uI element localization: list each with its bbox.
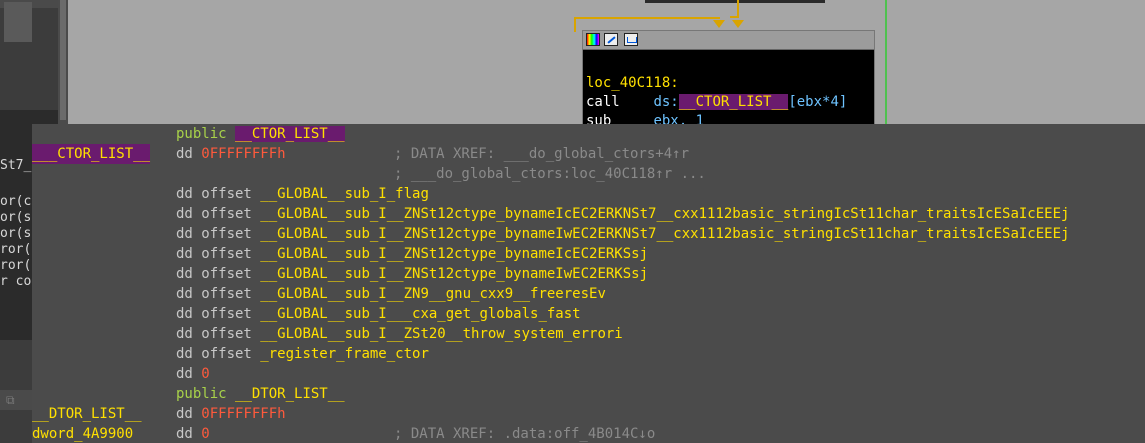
disasm-row[interactable]: ___CTOR_LIST__ dd 0FFFFFFFFh ; DATA XREF: … <box>32 144 1145 164</box>
instruction: dd offset __GLOBAL__sub_I__ZSt20__throw_… <box>176 324 623 344</box>
disasm-row[interactable]: dd 0 <box>32 364 1145 384</box>
symbol-reference[interactable]: __DTOR_LIST__ <box>235 386 345 402</box>
graph-edge <box>730 16 739 18</box>
segment-prefix: ds: <box>653 94 679 110</box>
graph-node-top[interactable] <box>645 0 825 3</box>
instruction: public __DTOR_LIST__ <box>176 384 345 404</box>
mnemonic: call <box>586 94 620 110</box>
symbol-reference[interactable]: __GLOBAL__sub_I___cxa_get_globals_fast <box>260 306 580 322</box>
disasm-row[interactable]: dword_4A9900 dd 0 ; DATA XREF: .data:off_4… <box>32 424 1145 443</box>
symbol-reference[interactable]: __CTOR_LIST__ <box>235 126 345 142</box>
instruction: dd offset __GLOBAL__sub_I_flag <box>176 184 429 204</box>
symbol-reference[interactable]: __CTOR_LIST__ <box>678 94 789 110</box>
instruction: dd 0 <box>176 424 210 443</box>
disasm-row[interactable]: public __DTOR_LIST__ <box>32 384 1145 404</box>
code-label[interactable]: dword_4A9900 <box>32 424 133 443</box>
instruction: dd offset __GLOBAL__sub_I___cxa_get_glob… <box>176 304 581 324</box>
disasm-row[interactable]: dd offset __GLOBAL__sub_I__ZNSt12ctype_b… <box>32 244 1145 264</box>
instruction: dd 0FFFFFFFFh <box>176 404 286 424</box>
graph-node-titlebar[interactable] <box>583 31 874 50</box>
numeric-operand: 0 <box>201 366 210 382</box>
instruction: public __CTOR_LIST__ <box>176 124 345 144</box>
graph-node[interactable]: loc_40C118: call ds:__CTOR_LIST__[ebx*4]… <box>582 30 875 130</box>
instruction: dd offset __GLOBAL__sub_I__ZNSt12ctype_b… <box>176 204 1069 224</box>
edge-arrow-icon <box>732 20 744 28</box>
numeric-operand: 0 <box>201 426 210 442</box>
instruction: dd offset _register_frame_ctor <box>176 344 429 364</box>
directive-keyword: dd offset <box>176 286 252 302</box>
symbol-reference[interactable]: _register_frame_ctor <box>260 346 429 362</box>
copy-icon[interactable]: ⧉ <box>6 393 15 408</box>
directive-keyword: dd offset <box>176 226 252 242</box>
instruction: dd 0FFFFFFFFh <box>176 144 286 164</box>
graph-node-code: loc_40C118: call ds:__CTOR_LIST__[ebx*4]… <box>583 50 874 131</box>
instruction: dd offset __GLOBAL__sub_I__ZNSt12ctype_b… <box>176 224 1069 244</box>
disasm-row[interactable]: dd offset __GLOBAL__sub_I__ZNSt12ctype_b… <box>32 204 1145 224</box>
disasm-row[interactable]: public __CTOR_LIST__ <box>32 124 1145 144</box>
symbol-reference[interactable]: __GLOBAL__sub_I_flag <box>260 186 429 202</box>
directive-keyword: dd offset <box>176 346 252 362</box>
instruction: dd offset __GLOBAL__sub_I__ZNSt12ctype_b… <box>176 264 648 284</box>
disasm-row[interactable]: dd offset __GLOBAL__sub_I___cxa_get_glob… <box>32 304 1145 324</box>
graph-edge <box>885 0 887 124</box>
symbol-reference[interactable]: __GLOBAL__sub_I__ZNSt12ctype_bynameIwEC2… <box>260 266 648 282</box>
directive-keyword: dd <box>176 146 193 162</box>
code-label[interactable]: __DTOR_LIST__ <box>32 404 142 424</box>
disasm-row[interactable]: __DTOR_LIST__ dd 0FFFFFFFFh <box>32 404 1145 424</box>
graph-edge <box>574 17 720 19</box>
panel-tab[interactable] <box>4 2 32 42</box>
instruction: dd 0 <box>176 364 210 384</box>
disasm-row[interactable]: dd offset __GLOBAL__sub_I__ZSt20__throw_… <box>32 324 1145 344</box>
directive-keyword: dd <box>176 426 193 442</box>
symbol-reference[interactable]: __GLOBAL__sub_I__ZN9__gnu_cxx9__freeresE… <box>260 286 606 302</box>
directive-keyword: dd offset <box>176 206 252 222</box>
instruction: dd offset __GLOBAL__sub_I__ZNSt12ctype_b… <box>176 244 648 264</box>
disasm-row[interactable]: dd offset __GLOBAL__sub_I_flag <box>32 184 1145 204</box>
disasm-row[interactable]: dd offset __GLOBAL__sub_I__ZNSt12ctype_b… <box>32 224 1145 244</box>
directive-keyword: dd offset <box>176 246 252 262</box>
graph-edge <box>574 18 576 32</box>
disasm-row[interactable]: ; ___do_global_ctors:loc_40C118↑r ... <box>32 164 1145 184</box>
edit-icon[interactable] <box>604 33 618 46</box>
code-label[interactable]: loc_40C118: <box>586 75 679 91</box>
directive-keyword: public <box>176 386 227 402</box>
symbol-reference[interactable]: __GLOBAL__sub_I__ZSt20__throw_system_err… <box>260 326 622 342</box>
directive-keyword: dd offset <box>176 186 252 202</box>
directive-keyword: dd <box>176 406 193 422</box>
directive-keyword: dd offset <box>176 266 252 282</box>
numeric-operand: 0FFFFFFFFh <box>201 406 286 422</box>
list-item[interactable]: St7_ <box>0 158 31 174</box>
directive-keyword: dd offset <box>176 306 252 322</box>
symbol-reference[interactable]: __GLOBAL__sub_I__ZNSt12ctype_bynameIcEC2… <box>260 206 1069 222</box>
directive-keyword: dd <box>176 366 193 382</box>
xref-comment[interactable]: ; DATA XREF: ___do_global_ctors+4↑r <box>394 144 689 164</box>
directive-keyword: public <box>176 126 227 142</box>
numeric-operand: 0FFFFFFFFh <box>201 146 286 162</box>
disassembly-hint-popup: public __CTOR_LIST__ ___CTOR_LIST__ dd 0FF… <box>32 124 1145 443</box>
color-palette-icon[interactable] <box>586 33 600 46</box>
disasm-row[interactable]: dd offset __GLOBAL__sub_I__ZNSt12ctype_b… <box>32 264 1145 284</box>
panel-scroll-thumb[interactable] <box>60 0 66 120</box>
edge-arrow-icon <box>713 20 725 28</box>
code-label[interactable]: ___CTOR_LIST__ <box>32 144 151 164</box>
operand: [ebx*4] <box>788 94 848 110</box>
symbol-reference[interactable]: __GLOBAL__sub_I__ZNSt12ctype_bynameIcEC2… <box>260 246 648 262</box>
symbol-reference[interactable]: __GLOBAL__sub_I__ZNSt12ctype_bynameIwEC2… <box>260 226 1069 242</box>
directive-keyword: dd offset <box>176 326 252 342</box>
xref-comment[interactable]: ; DATA XREF: .data:off_4B014C↓o <box>394 424 655 443</box>
instruction: dd offset __GLOBAL__sub_I__ZN9__gnu_cxx9… <box>176 284 606 304</box>
disasm-row[interactable]: dd offset __GLOBAL__sub_I__ZN9__gnu_cxx9… <box>32 284 1145 304</box>
disasm-row[interactable]: dd offset _register_frame_ctor <box>32 344 1145 364</box>
graph-icon[interactable] <box>624 33 638 46</box>
xref-comment[interactable]: ; ___do_global_ctors:loc_40C118↑r ... <box>394 164 706 184</box>
